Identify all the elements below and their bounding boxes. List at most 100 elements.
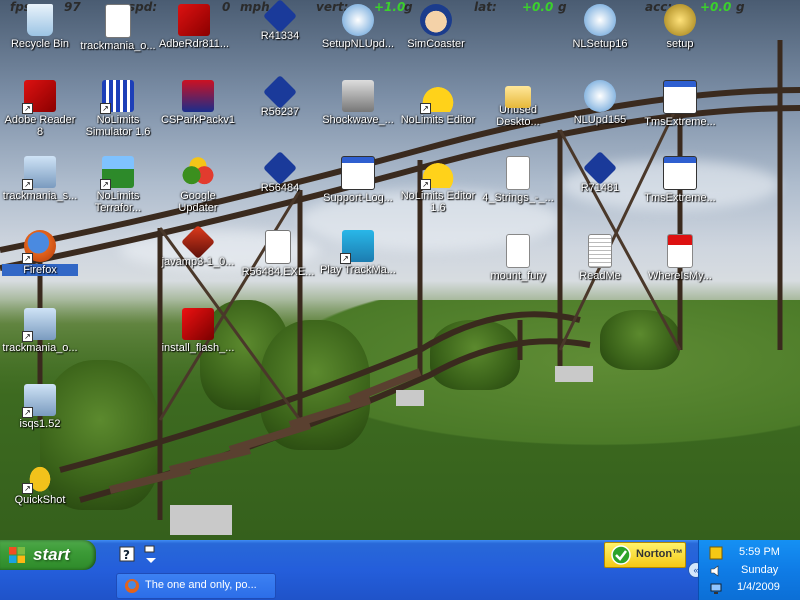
desktop-icon-trackmania-setup[interactable]: ↗ trackmania_s...: [2, 156, 78, 202]
desktop-icon-whereismy[interactable]: WhereIsMy...: [642, 234, 718, 282]
hud-lat-label: lat:: [474, 0, 497, 14]
shortcut-arrow-icon: ↗: [22, 331, 33, 342]
hud-lat-value: +0.0: [522, 0, 554, 14]
start-button[interactable]: start: [0, 540, 96, 570]
hud-acc-unit: g: [736, 0, 745, 14]
clock-time[interactable]: 5:59 PM: [739, 546, 780, 558]
hardhat-icon: ↗: [420, 80, 454, 114]
shortcut-arrow-icon: ↗: [22, 253, 33, 264]
desktop-icon-nolimits-editor[interactable]: ↗ NoLimits Editor: [400, 80, 476, 126]
shortcut-arrow-icon: ↗: [22, 103, 33, 114]
desktop-icon-r56237[interactable]: R56237: [242, 75, 318, 118]
wmv-icon: [506, 234, 530, 268]
nolimits-icon: ↗: [100, 80, 134, 114]
desktop-icon-firefox[interactable]: ↗ Firefox: [2, 230, 78, 276]
nolimits-icon: [263, 0, 297, 33]
desktop-icon-install-flash[interactable]: install_flash_...: [160, 308, 236, 354]
norton-check-icon: [611, 545, 631, 565]
desktop-icon-unused-desktop[interactable]: Unused Deskto...: [480, 80, 556, 128]
desktop-icon-readme[interactable]: ReadMe: [562, 234, 638, 282]
norton-label: Norton™: [636, 548, 684, 560]
desktop-icon-recycle-bin[interactable]: Recycle Bin: [2, 4, 78, 50]
window-icon: [663, 80, 697, 114]
desktop-icon-trackmania-o2[interactable]: ↗ trackmania_o...: [2, 308, 78, 354]
desktop-icon-nlupd155[interactable]: NLUpd155: [562, 80, 638, 126]
system-tray: 5:59 PM Sunday 1/4/2009: [698, 540, 800, 600]
folder-icon: [505, 86, 531, 108]
svg-text:?: ?: [123, 548, 130, 562]
shortcut-arrow-icon: ↗: [22, 483, 33, 494]
clock-day: Sunday: [741, 564, 779, 576]
shortcut-arrow-icon: ↗: [420, 103, 431, 114]
desktop-icon-nolimits-editor-16[interactable]: ↗ NoLimits Editor 1.6: [400, 156, 476, 214]
recycle-bin-icon: [27, 4, 53, 36]
shockwave-icon: [342, 80, 374, 112]
shortcut-arrow-icon: ↗: [100, 179, 111, 190]
desktop-icon-shockwave[interactable]: Shockwave_...: [320, 80, 396, 126]
google-updater-icon: [182, 156, 214, 188]
desktop-icon-trackmania-doc[interactable]: trackmania_o...: [80, 4, 156, 52]
network-icon[interactable]: [709, 582, 723, 596]
desktop-icon-r41334[interactable]: R41334: [242, 0, 318, 42]
mp3-icon: [506, 156, 530, 190]
adobe-reader-icon: ↗: [22, 80, 56, 114]
document-icon: [105, 4, 131, 38]
text-file-icon: [588, 234, 612, 268]
installer-icon: [584, 80, 616, 112]
windows-logo-icon: [9, 547, 25, 563]
norton-tray-icon[interactable]: [709, 546, 723, 560]
desktop-icon-adberdr[interactable]: AdbeRdr811...: [156, 4, 232, 50]
shortcut-arrow-icon: ↗: [22, 179, 33, 190]
firefox-icon: [125, 579, 139, 593]
desktop-icon-support-log[interactable]: Support-Log...: [320, 156, 396, 204]
nolimits-icon: [263, 151, 297, 185]
help-icon: ?: [119, 546, 135, 562]
desktop-icon-r71481[interactable]: R71481: [562, 151, 638, 194]
simcoaster-icon: [420, 4, 452, 36]
hardhat-icon: ↗: [420, 156, 454, 190]
flash-icon: [182, 308, 214, 340]
firefox-icon: ↗: [22, 230, 56, 264]
desktop-icon-setupnlupd[interactable]: SetupNLUpd...: [320, 4, 396, 50]
desktop-icon-isqs152[interactable]: ↗ isqs1.52: [2, 384, 78, 430]
shortcut-arrow-icon: ↗: [420, 179, 431, 190]
desktop-icon-tmsextreme-1[interactable]: TmsExtreme...: [642, 80, 718, 128]
volume-icon[interactable]: [709, 564, 723, 578]
shortcut-arrow-icon: ↗: [100, 103, 111, 114]
quicklaunch-help-icon[interactable]: ?: [118, 544, 138, 564]
desktop-icon-play-trackmania[interactable]: ↗ Play TrackMa...: [320, 230, 396, 276]
desktop-icon-mount-fury[interactable]: mount_fury: [480, 234, 556, 282]
window-icon: [663, 156, 697, 190]
desktop-icon-r56484[interactable]: R56484: [242, 151, 318, 194]
clock-date: 1/4/2009: [737, 581, 780, 593]
desktop-icon-r56484-exe[interactable]: R56484.EXE...: [240, 230, 316, 278]
installer-icon: [584, 4, 616, 36]
desktop-icon-tmsextreme-2[interactable]: TmsExtreme...: [642, 156, 718, 204]
setup-icon: [664, 4, 696, 36]
desktop-icon-adobe-reader-8[interactable]: ↗ Adobe Reader 8: [2, 80, 78, 138]
document-icon: [265, 230, 291, 264]
nolimits-icon: [263, 75, 297, 109]
desktop-icon-javamp3[interactable]: javamp3-1_0...: [160, 225, 236, 268]
window-icon: [341, 156, 375, 190]
desktop-icon-csparkpack[interactable]: CSParkPackv1: [160, 80, 236, 126]
quicklaunch-show-desktop-icon[interactable]: [142, 544, 162, 564]
taskbar-button-firefox-window[interactable]: The one and only, po...: [116, 573, 276, 599]
desktop-icon-simcoaster[interactable]: SimCoaster: [398, 4, 474, 50]
park-icon: [182, 80, 214, 112]
setup-computer-icon: ↗: [22, 156, 56, 190]
desktop-icon-nolimits-terraformer[interactable]: ↗ NoLimits Terrafor...: [80, 156, 156, 214]
desktop-icon-quickshot[interactable]: ↗ QuickShot: [2, 460, 78, 506]
setup-computer-icon: ↗: [22, 308, 56, 342]
installer-icon: [342, 4, 374, 36]
desktop-icon-4-strings[interactable]: 4_Strings_-_...: [480, 156, 556, 204]
terraformer-icon: ↗: [100, 156, 134, 190]
shortcut-arrow-icon: ↗: [22, 407, 33, 418]
desktop-icon-nolimits-simulator[interactable]: ↗ NoLimits Simulator 1.6: [80, 80, 156, 138]
show-desktop-icon: [144, 545, 156, 563]
desktop-icon-nlsetup16[interactable]: NLSetup16: [562, 4, 638, 50]
nolimits-icon: [583, 151, 617, 185]
desktop-icon-google-updater[interactable]: Google Updater: [160, 156, 236, 214]
desktop-icon-setup[interactable]: setup: [642, 4, 718, 50]
norton-button[interactable]: Norton™: [604, 542, 686, 568]
